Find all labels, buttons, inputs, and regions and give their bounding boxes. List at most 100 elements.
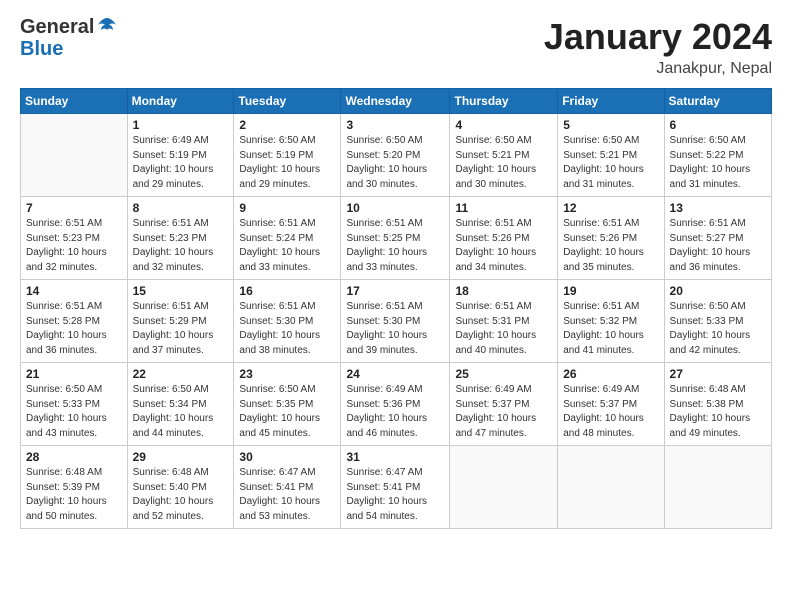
calendar-cell: 12 Sunrise: 6:51 AM Sunset: 5:26 PM Dayli… bbox=[558, 197, 664, 280]
calendar-location: Janakpur, Nepal bbox=[544, 60, 772, 78]
day-number: 28 bbox=[26, 450, 122, 464]
day-info: Sunrise: 6:50 AM Sunset: 5:35 PM Dayligh… bbox=[239, 383, 335, 441]
day-info: Sunrise: 6:51 AM Sunset: 5:26 PM Dayligh… bbox=[455, 217, 552, 275]
day-number: 11 bbox=[455, 201, 552, 215]
day-number: 24 bbox=[346, 367, 444, 381]
day-number: 30 bbox=[239, 450, 335, 464]
day-info: Sunrise: 6:49 AM Sunset: 5:37 PM Dayligh… bbox=[563, 383, 658, 441]
calendar-cell: 31 Sunrise: 6:47 AM Sunset: 5:41 PM Dayli… bbox=[341, 446, 450, 529]
day-info: Sunrise: 6:51 AM Sunset: 5:24 PM Dayligh… bbox=[239, 217, 335, 275]
title-block: January 2024 Janakpur, Nepal bbox=[544, 16, 772, 78]
day-number: 22 bbox=[133, 367, 229, 381]
calendar-title: January 2024 bbox=[544, 16, 772, 58]
day-number: 27 bbox=[670, 367, 766, 381]
logo: General Blue bbox=[20, 16, 118, 60]
calendar-cell bbox=[558, 446, 664, 529]
day-info: Sunrise: 6:51 AM Sunset: 5:27 PM Dayligh… bbox=[670, 217, 766, 275]
calendar-cell: 25 Sunrise: 6:49 AM Sunset: 5:37 PM Dayli… bbox=[450, 363, 558, 446]
calendar-cell: 2 Sunrise: 6:50 AM Sunset: 5:19 PM Daylig… bbox=[234, 114, 341, 197]
day-info: Sunrise: 6:48 AM Sunset: 5:38 PM Dayligh… bbox=[670, 383, 766, 441]
calendar-cell: 9 Sunrise: 6:51 AM Sunset: 5:24 PM Daylig… bbox=[234, 197, 341, 280]
day-number: 15 bbox=[133, 284, 229, 298]
calendar-cell: 26 Sunrise: 6:49 AM Sunset: 5:37 PM Dayli… bbox=[558, 363, 664, 446]
calendar-cell: 28Sunrise: 6:48 AM Sunset: 5:39 PM Dayli… bbox=[21, 446, 128, 529]
calendar-cell: 20 Sunrise: 6:50 AM Sunset: 5:33 PM Dayli… bbox=[664, 280, 771, 363]
calendar-cell: 6 Sunrise: 6:50 AM Sunset: 5:22 PM Daylig… bbox=[664, 114, 771, 197]
day-info: Sunrise: 6:51 AM Sunset: 5:23 PM Dayligh… bbox=[26, 217, 122, 275]
calendar-cell: 5 Sunrise: 6:50 AM Sunset: 5:21 PM Daylig… bbox=[558, 114, 664, 197]
calendar-cell: 13 Sunrise: 6:51 AM Sunset: 5:27 PM Dayli… bbox=[664, 197, 771, 280]
day-number: 20 bbox=[670, 284, 766, 298]
day-info: Sunrise: 6:48 AM Sunset: 5:40 PM Dayligh… bbox=[133, 466, 229, 524]
weekday-header-friday: Friday bbox=[558, 89, 664, 114]
calendar-cell: 21Sunrise: 6:50 AM Sunset: 5:33 PM Dayli… bbox=[21, 363, 128, 446]
calendar-cell: 19Sunrise: 6:51 AM Sunset: 5:32 PM Dayli… bbox=[558, 280, 664, 363]
calendar-week-2: 7Sunrise: 6:51 AM Sunset: 5:23 PM Daylig… bbox=[21, 197, 772, 280]
day-number: 23 bbox=[239, 367, 335, 381]
calendar-cell: 3 Sunrise: 6:50 AM Sunset: 5:20 PM Daylig… bbox=[341, 114, 450, 197]
day-info: Sunrise: 6:49 AM Sunset: 5:37 PM Dayligh… bbox=[455, 383, 552, 441]
day-info: Sunrise: 6:50 AM Sunset: 5:19 PM Dayligh… bbox=[239, 134, 335, 192]
calendar-cell: 1Sunrise: 6:49 AM Sunset: 5:19 PM Daylig… bbox=[127, 114, 234, 197]
day-info: Sunrise: 6:47 AM Sunset: 5:41 PM Dayligh… bbox=[346, 466, 444, 524]
calendar-cell: 7Sunrise: 6:51 AM Sunset: 5:23 PM Daylig… bbox=[21, 197, 128, 280]
calendar-header: SundayMondayTuesdayWednesdayThursdayFrid… bbox=[21, 89, 772, 114]
day-number: 13 bbox=[670, 201, 766, 215]
day-number: 2 bbox=[239, 118, 335, 132]
day-info: Sunrise: 6:49 AM Sunset: 5:36 PM Dayligh… bbox=[346, 383, 444, 441]
calendar-cell: 11 Sunrise: 6:51 AM Sunset: 5:26 PM Dayli… bbox=[450, 197, 558, 280]
day-number: 6 bbox=[670, 118, 766, 132]
calendar-cell: 27 Sunrise: 6:48 AM Sunset: 5:38 PM Dayli… bbox=[664, 363, 771, 446]
calendar-cell: 10 Sunrise: 6:51 AM Sunset: 5:25 PM Dayli… bbox=[341, 197, 450, 280]
calendar-cell: 8Sunrise: 6:51 AM Sunset: 5:23 PM Daylig… bbox=[127, 197, 234, 280]
day-info: Sunrise: 6:50 AM Sunset: 5:22 PM Dayligh… bbox=[670, 134, 766, 192]
weekday-header-wednesday: Wednesday bbox=[341, 89, 450, 114]
day-number: 31 bbox=[346, 450, 444, 464]
weekday-header-monday: Monday bbox=[127, 89, 234, 114]
day-number: 12 bbox=[563, 201, 658, 215]
calendar-cell: 24 Sunrise: 6:49 AM Sunset: 5:36 PM Dayli… bbox=[341, 363, 450, 446]
weekday-header-tuesday: Tuesday bbox=[234, 89, 341, 114]
day-number: 26 bbox=[563, 367, 658, 381]
calendar-cell: 29 Sunrise: 6:48 AM Sunset: 5:40 PM Dayli… bbox=[127, 446, 234, 529]
calendar-week-4: 21Sunrise: 6:50 AM Sunset: 5:33 PM Dayli… bbox=[21, 363, 772, 446]
day-info: Sunrise: 6:51 AM Sunset: 5:30 PM Dayligh… bbox=[346, 300, 444, 358]
day-number: 4 bbox=[455, 118, 552, 132]
day-number: 29 bbox=[133, 450, 229, 464]
calendar-table: SundayMondayTuesdayWednesdayThursdayFrid… bbox=[20, 88, 772, 529]
day-info: Sunrise: 6:50 AM Sunset: 5:21 PM Dayligh… bbox=[563, 134, 658, 192]
calendar-cell: 30Sunrise: 6:47 AM Sunset: 5:41 PM Dayli… bbox=[234, 446, 341, 529]
day-number: 19 bbox=[563, 284, 658, 298]
logo-blue-text: Blue bbox=[20, 38, 63, 60]
day-number: 25 bbox=[455, 367, 552, 381]
day-number: 3 bbox=[346, 118, 444, 132]
calendar-cell: 17Sunrise: 6:51 AM Sunset: 5:30 PM Dayli… bbox=[341, 280, 450, 363]
day-info: Sunrise: 6:51 AM Sunset: 5:31 PM Dayligh… bbox=[455, 300, 552, 358]
day-number: 5 bbox=[563, 118, 658, 132]
day-info: Sunrise: 6:51 AM Sunset: 5:25 PM Dayligh… bbox=[346, 217, 444, 275]
day-info: Sunrise: 6:51 AM Sunset: 5:29 PM Dayligh… bbox=[133, 300, 229, 358]
day-info: Sunrise: 6:50 AM Sunset: 5:33 PM Dayligh… bbox=[670, 300, 766, 358]
day-number: 14 bbox=[26, 284, 122, 298]
calendar-cell: 4 Sunrise: 6:50 AM Sunset: 5:21 PM Daylig… bbox=[450, 114, 558, 197]
logo-bird-icon bbox=[96, 16, 118, 38]
day-info: Sunrise: 6:51 AM Sunset: 5:26 PM Dayligh… bbox=[563, 217, 658, 275]
day-info: Sunrise: 6:50 AM Sunset: 5:21 PM Dayligh… bbox=[455, 134, 552, 192]
day-number: 9 bbox=[239, 201, 335, 215]
calendar-cell: 22Sunrise: 6:50 AM Sunset: 5:34 PM Dayli… bbox=[127, 363, 234, 446]
day-info: Sunrise: 6:51 AM Sunset: 5:28 PM Dayligh… bbox=[26, 300, 122, 358]
calendar-page: General Blue January 2024 Janakpur, Nepa… bbox=[0, 0, 792, 612]
header: General Blue January 2024 Janakpur, Nepa… bbox=[20, 16, 772, 78]
calendar-body: 1Sunrise: 6:49 AM Sunset: 5:19 PM Daylig… bbox=[21, 114, 772, 529]
day-number: 1 bbox=[133, 118, 229, 132]
calendar-cell: 14 Sunrise: 6:51 AM Sunset: 5:28 PM Dayli… bbox=[21, 280, 128, 363]
day-info: Sunrise: 6:50 AM Sunset: 5:20 PM Dayligh… bbox=[346, 134, 444, 192]
day-number: 18 bbox=[455, 284, 552, 298]
calendar-week-3: 14 Sunrise: 6:51 AM Sunset: 5:28 PM Dayli… bbox=[21, 280, 772, 363]
calendar-cell: 16Sunrise: 6:51 AM Sunset: 5:30 PM Dayli… bbox=[234, 280, 341, 363]
calendar-week-1: 1Sunrise: 6:49 AM Sunset: 5:19 PM Daylig… bbox=[21, 114, 772, 197]
calendar-cell: 18 Sunrise: 6:51 AM Sunset: 5:31 PM Dayli… bbox=[450, 280, 558, 363]
calendar-cell: 23 Sunrise: 6:50 AM Sunset: 5:35 PM Dayli… bbox=[234, 363, 341, 446]
calendar-cell bbox=[21, 114, 128, 197]
day-number: 10 bbox=[346, 201, 444, 215]
